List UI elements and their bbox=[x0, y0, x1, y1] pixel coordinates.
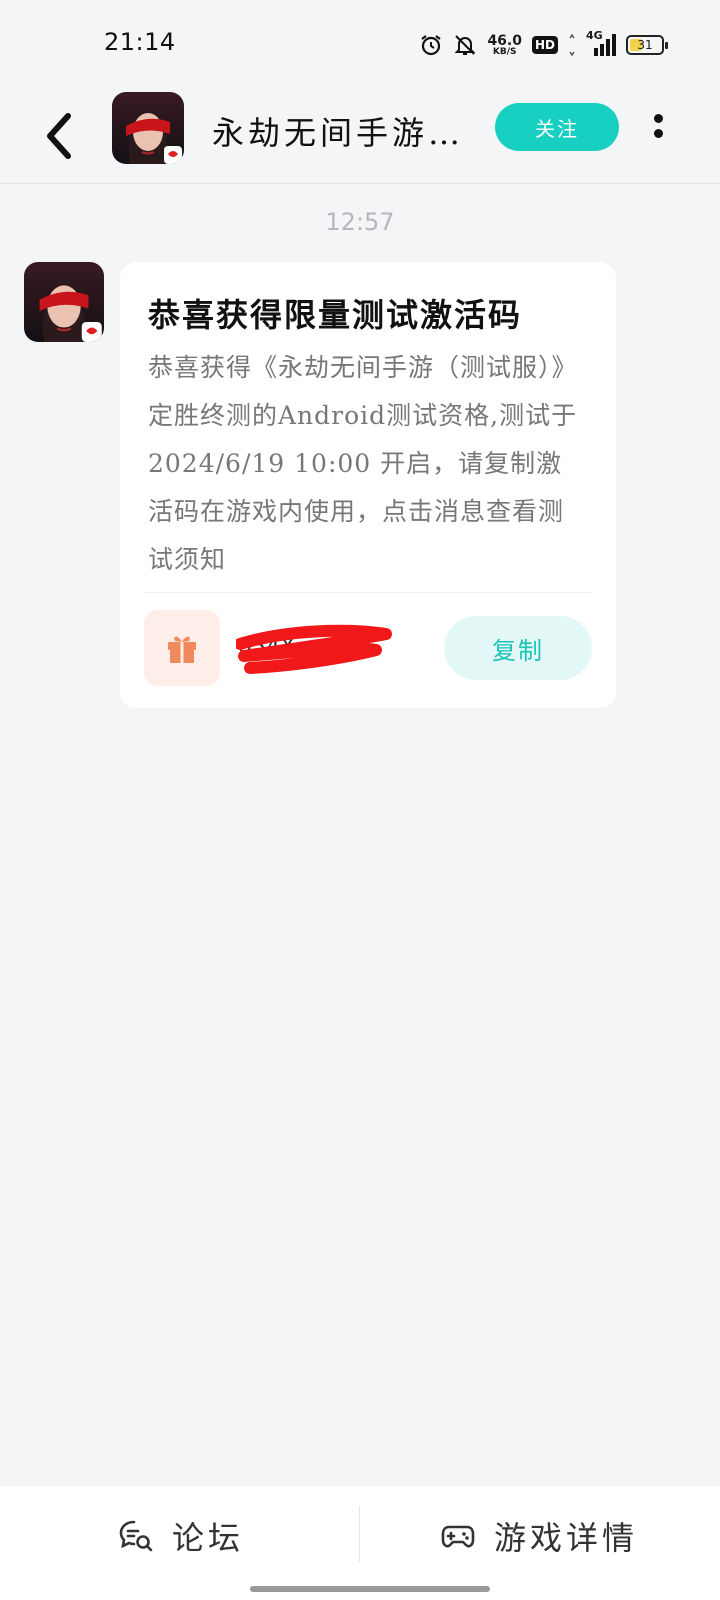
alarm-icon bbox=[421, 35, 442, 56]
status-time: 21:14 bbox=[104, 28, 176, 56]
copy-button[interactable]: 复制 bbox=[444, 616, 592, 680]
activation-code-redacted: 054X bbox=[236, 624, 392, 674]
follow-button[interactable]: 关注 bbox=[495, 103, 619, 151]
message-body: 恭喜获得《永劫无间手游（测试服）》定胜终测的Android测试资格,测试于 20… bbox=[148, 353, 578, 574]
gift-icon bbox=[144, 610, 220, 686]
divider bbox=[144, 592, 592, 593]
home-indicator[interactable] bbox=[250, 1586, 490, 1592]
tab-game-details-label: 游戏详情 bbox=[494, 1519, 639, 1557]
bottom-nav: 论坛 游戏详情 bbox=[0, 1486, 720, 1600]
message-timestamp: 12:57 bbox=[325, 208, 395, 236]
tab-forum[interactable]: 论坛 bbox=[118, 1486, 244, 1586]
back-button[interactable] bbox=[40, 106, 80, 166]
message-card[interactable]: 恭喜获得限量测试激活码 恭喜获得《永劫无间手游（测试服）》定胜终测的Androi… bbox=[120, 262, 616, 708]
tab-forum-label: 论坛 bbox=[172, 1519, 245, 1557]
hd-badge: HD bbox=[531, 36, 558, 54]
status-icons: 46.0 KB/S HD 4G 31 bbox=[419, 29, 668, 60]
wifi-exchange-icon bbox=[569, 34, 575, 56]
more-vertical-icon[interactable] bbox=[650, 112, 666, 144]
status-bar: 21:14 46.0 KB/S HD 4G 31 bbox=[0, 0, 720, 88]
game-avatar[interactable] bbox=[112, 92, 184, 164]
battery-icon: 31 bbox=[626, 35, 668, 55]
net-speed: 46.0 KB/S bbox=[487, 32, 522, 57]
tab-separator bbox=[359, 1506, 360, 1562]
forum-chat-icon bbox=[119, 1520, 153, 1552]
sender-avatar[interactable] bbox=[24, 262, 104, 342]
gamepad-icon bbox=[441, 1525, 475, 1548]
signal-icon: 4G bbox=[586, 29, 616, 57]
tab-game-details[interactable]: 游戏详情 bbox=[440, 1486, 638, 1586]
page-title: 永劫无间手游… bbox=[212, 114, 465, 152]
chat-header: 永劫无间手游… 关注 bbox=[0, 88, 720, 184]
bell-mute-icon bbox=[455, 35, 476, 55]
message-title: 恭喜获得限量测试激活码 bbox=[148, 296, 523, 334]
